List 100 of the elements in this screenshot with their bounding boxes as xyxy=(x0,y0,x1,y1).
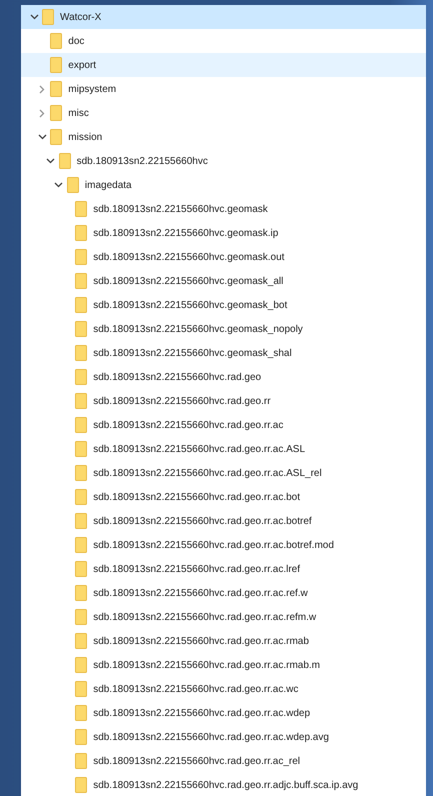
folder-name: sdb.180913sn2.22155660hvc.rad.geo.rr.ac.ASL_rel xyxy=(93,468,322,478)
folder-name: misc xyxy=(68,108,89,118)
tree-item[interactable]: sdb.180913sn2.22155660hvc.geomask_bot xyxy=(21,293,426,317)
tree-item[interactable]: misc xyxy=(21,101,426,125)
tree-item[interactable]: sdb.180913sn2.22155660hvc.rad.geo.rr.ac.refm.w xyxy=(21,605,426,629)
folder-name: sdb.180913sn2.22155660hvc.rad.geo xyxy=(93,372,262,382)
tree-item[interactable]: sdb.180913sn2.22155660hvc.rad.geo.rr.ac.botref.mod xyxy=(21,533,426,557)
folder-name: sdb.180913sn2.22155660hvc.geomask xyxy=(93,204,268,214)
folder-name: sdb.180913sn2.22155660hvc.rad.geo.rr.ac.botref.mod xyxy=(93,540,334,550)
folder-name: doc xyxy=(68,36,84,46)
tree-item[interactable]: sdb.180913sn2.22155660hvc.rad.geo.rr.ac.bot xyxy=(21,485,426,509)
folder-name: sdb.180913sn2.22155660hvc.rad.geo.rr.ac.rmab xyxy=(93,636,309,646)
tree-item[interactable]: sdb.180913sn2.22155660hvc.rad.geo.rr.ac.ref.w xyxy=(21,581,426,605)
tree-item[interactable]: sdb.180913sn2.22155660hvc.rad.geo.rr.ac.lref xyxy=(21,557,426,581)
tree-item[interactable]: sdb.180913sn2.22155660hvc.geomask.ip xyxy=(21,221,426,245)
tree-item[interactable]: doc xyxy=(21,29,426,53)
folder-name: sdb.180913sn2.22155660hvc xyxy=(76,156,208,166)
tree-item[interactable]: sdb.180913sn2.22155660hvc.rad.geo.rr.ac.wdep.avg xyxy=(21,725,426,749)
folder-icon xyxy=(75,417,88,433)
folder-name: sdb.180913sn2.22155660hvc.rad.geo.rr.ac.ASL xyxy=(93,444,306,454)
folder-icon xyxy=(75,465,88,481)
folder-icon xyxy=(75,753,88,769)
tree-item[interactable]: sdb.180913sn2.22155660hvc.rad.geo.rr.ac.botref xyxy=(21,509,426,533)
tree-item[interactable]: sdb.180913sn2.22155660hvc.rad.geo.rr.adjc.buff.sca.ip.avg xyxy=(21,773,426,796)
tree-item[interactable]: sdb.180913sn2.22155660hvc.rad.geo.rr.ac.wdep xyxy=(21,701,426,725)
tree-item[interactable]: sdb.180913sn2.22155660hvc.geomask_all xyxy=(21,269,426,293)
tree-item[interactable]: sdb.180913sn2.22155660hvc.geomask_nopoly xyxy=(21,317,426,341)
folder-name: sdb.180913sn2.22155660hvc.rad.geo.rr.ac xyxy=(93,420,284,430)
tree-item[interactable]: sdb.180913sn2.22155660hvc.rad.geo.rr.ac.rmab.m xyxy=(21,653,426,677)
tree-item[interactable]: sdb.180913sn2.22155660hvc xyxy=(21,149,426,173)
folder-icon xyxy=(75,201,88,217)
folder-name: sdb.180913sn2.22155660hvc.geomask_all xyxy=(93,276,284,286)
folder-icon xyxy=(75,489,88,505)
tree-item[interactable]: export xyxy=(21,53,426,77)
folder-icon xyxy=(75,633,88,649)
folder-name: sdb.180913sn2.22155660hvc.rad.geo.rr.ac.lref xyxy=(93,564,300,574)
chevron-down-icon[interactable] xyxy=(54,182,64,188)
folder-icon xyxy=(75,705,88,721)
folder-icon xyxy=(75,393,88,409)
folder-icon xyxy=(50,129,62,145)
chevron-right-icon[interactable] xyxy=(39,84,46,94)
folder-icon xyxy=(75,441,88,457)
folder-icon xyxy=(66,177,79,193)
folder-name: sdb.180913sn2.22155660hvc.rad.geo.rr.ac.wdep.avg xyxy=(93,732,329,742)
tree-item[interactable]: sdb.180913sn2.22155660hvc.rad.geo.rr.ac.rmab xyxy=(21,629,426,653)
folder-icon xyxy=(50,81,62,97)
tree-item[interactable]: imagedata xyxy=(21,173,426,197)
folder-icon xyxy=(75,297,88,313)
folder-name: Watcor-X xyxy=(60,12,102,22)
folder-name: sdb.180913sn2.22155660hvc.geomask.out xyxy=(93,252,284,262)
tree-item[interactable]: sdb.180913sn2.22155660hvc.geomask_shal xyxy=(21,341,426,365)
folder-icon xyxy=(75,513,88,529)
folder-name: sdb.180913sn2.22155660hvc.geomask_bot xyxy=(93,300,288,310)
tree-item[interactable]: sdb.180913sn2.22155660hvc.rad.geo xyxy=(21,365,426,389)
chevron-right-icon[interactable] xyxy=(39,108,46,118)
folder-icon xyxy=(75,681,88,697)
folder-icon xyxy=(75,225,88,241)
folder-name: sdb.180913sn2.22155660hvc.rad.geo.rr.ac.ref.w xyxy=(93,588,308,598)
folder-icon xyxy=(75,273,88,289)
folder-name: sdb.180913sn2.22155660hvc.rad.geo.rr.ac.rmab.m xyxy=(93,660,320,670)
tree-item[interactable]: sdb.180913sn2.22155660hvc.rad.geo.rr xyxy=(21,389,426,413)
folder-icon xyxy=(58,153,71,169)
folder-name: sdb.180913sn2.22155660hvc.rad.geo.rr.ac.wc xyxy=(93,684,298,694)
folder-name: sdb.180913sn2.22155660hvc.rad.geo.rr xyxy=(93,396,271,406)
folder-icon xyxy=(50,105,62,121)
tree-item[interactable]: mission xyxy=(21,125,426,149)
tree-item[interactable]: sdb.180913sn2.22155660hvc.rad.geo.rr.ac.wc xyxy=(21,677,426,701)
folder-name: mipsystem xyxy=(68,84,116,94)
folder-icon xyxy=(75,609,88,625)
folder-name: imagedata xyxy=(84,180,132,190)
folder-icon xyxy=(75,345,88,361)
folder-name: sdb.180913sn2.22155660hvc.rad.geo.rr.ac_rel xyxy=(93,756,300,766)
folder-icon xyxy=(75,321,88,337)
folder-icon xyxy=(75,249,88,265)
tree-item[interactable]: mipsystem xyxy=(21,77,426,101)
tree-item[interactable]: sdb.180913sn2.22155660hvc.geomask xyxy=(21,197,426,221)
tree-item[interactable]: sdb.180913sn2.22155660hvc.rad.geo.rr.ac_rel xyxy=(21,749,426,773)
folder-icon xyxy=(75,561,88,577)
tree-item[interactable]: sdb.180913sn2.22155660hvc.rad.geo.rr.ac.ASL xyxy=(21,437,426,461)
folder-name: sdb.180913sn2.22155660hvc.rad.geo.rr.ac.wdep xyxy=(93,708,310,718)
chevron-down-icon[interactable] xyxy=(38,134,47,140)
folder-name: sdb.180913sn2.22155660hvc.rad.geo.rr.ac.botref xyxy=(93,516,312,526)
folder-name: sdb.180913sn2.22155660hvc.rad.geo.rr.ac.refm.w xyxy=(93,612,316,622)
folder-icon xyxy=(75,537,88,553)
tree-item[interactable]: Watcor-X xyxy=(21,5,426,29)
folder-name: sdb.180913sn2.22155660hvc.rad.geo.rr.adjc.buff.sca.ip.avg xyxy=(93,780,358,790)
chevron-down-icon[interactable] xyxy=(30,14,38,20)
folder-name: export xyxy=(68,60,96,70)
folder-icon xyxy=(75,729,88,745)
folder-icon xyxy=(75,585,88,601)
folder-icon xyxy=(75,657,88,673)
folder-icon xyxy=(50,33,62,49)
folder-icon xyxy=(42,9,54,25)
tree-item[interactable]: sdb.180913sn2.22155660hvc.rad.geo.rr.ac xyxy=(21,413,426,437)
folder-name: sdb.180913sn2.22155660hvc.geomask_shal xyxy=(93,348,292,358)
folder-icon xyxy=(75,777,88,793)
folder-name: sdb.180913sn2.22155660hvc.geomask_nopoly xyxy=(93,324,303,334)
tree-item[interactable]: sdb.180913sn2.22155660hvc.rad.geo.rr.ac.ASL_rel xyxy=(21,461,426,485)
chevron-down-icon[interactable] xyxy=(46,158,56,164)
tree-item[interactable]: sdb.180913sn2.22155660hvc.geomask.out xyxy=(21,245,426,269)
